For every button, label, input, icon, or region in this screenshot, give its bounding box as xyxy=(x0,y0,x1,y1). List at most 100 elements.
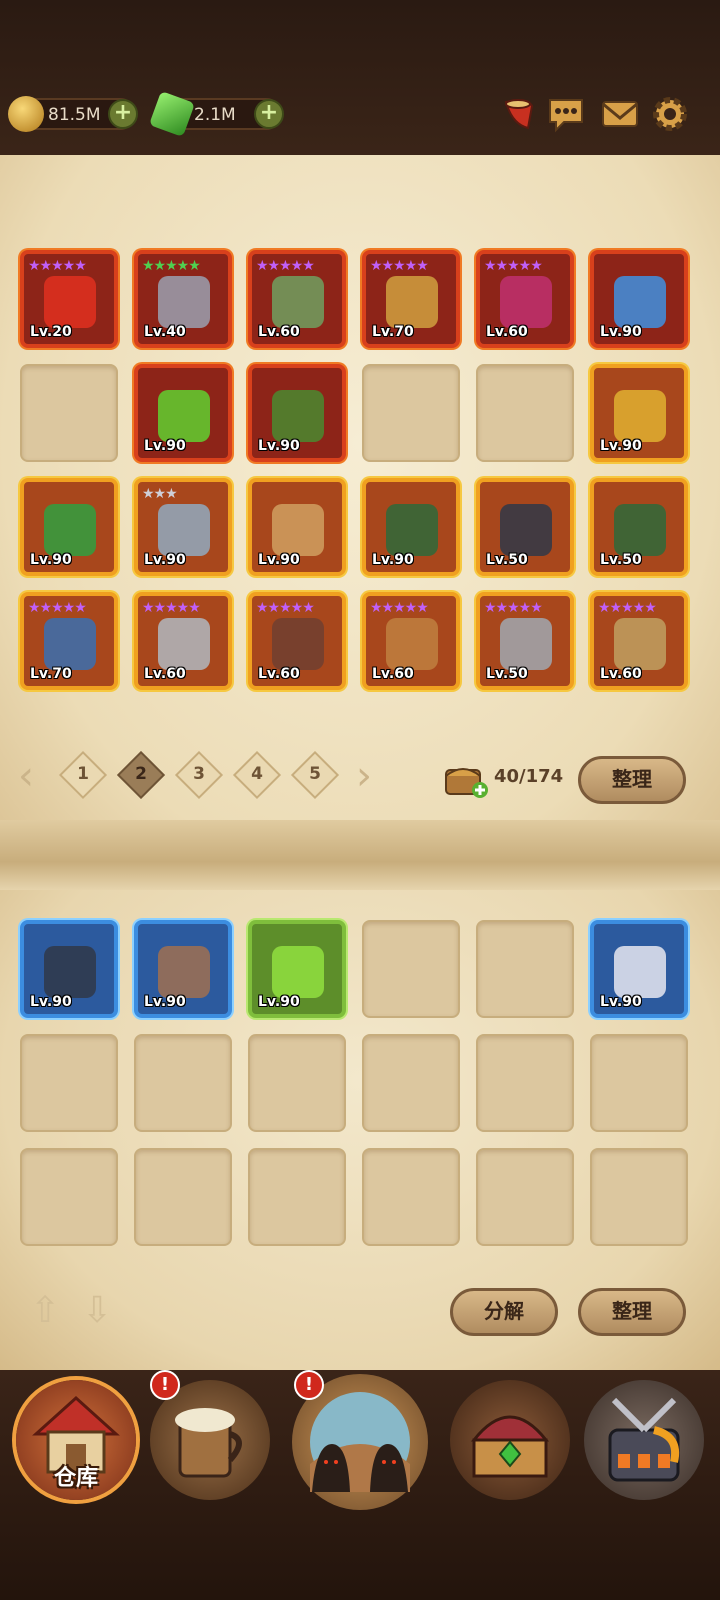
warehouse-nav-label: 仓库 xyxy=(53,1466,98,1491)
empty-slot[interactable] xyxy=(20,364,118,462)
equipment-item-icon xyxy=(158,276,210,328)
star-rating: ★★★★★ xyxy=(484,600,543,616)
star-rating: ★★★★★ xyxy=(598,600,657,616)
equipment-item-icon xyxy=(500,504,552,556)
mail-icon[interactable] xyxy=(600,94,640,134)
item-slot[interactable]: Lv.90 xyxy=(134,364,232,462)
page-button[interactable]: 5 xyxy=(290,750,340,800)
item-slot[interactable]: ★★★★★ Lv.60 xyxy=(248,250,346,348)
equipment-item-icon xyxy=(272,618,324,670)
page-number: 2 xyxy=(135,764,147,784)
item-level: Lv.50 xyxy=(486,552,528,568)
forge-nav-button[interactable] xyxy=(584,1380,704,1500)
forge-furnace-icon xyxy=(608,1397,680,1482)
chest-nav-button[interactable] xyxy=(450,1380,570,1500)
empty-slot[interactable] xyxy=(134,1034,232,1132)
empty-slot[interactable] xyxy=(20,1034,118,1132)
empty-slot[interactable] xyxy=(134,1148,232,1246)
item-slot[interactable]: Lv.90 xyxy=(248,920,346,1018)
empty-slot[interactable] xyxy=(362,364,460,462)
add-gold-button[interactable]: + xyxy=(108,99,138,129)
item-level: Lv.70 xyxy=(30,666,72,682)
decompose-button[interactable]: 分解 xyxy=(450,1288,558,1336)
item-slot[interactable]: Lv.50 xyxy=(590,478,688,576)
star-rating: ★★★★★ xyxy=(484,258,543,274)
top-bar xyxy=(0,0,720,160)
star-rating: ★★★★★ xyxy=(28,600,87,616)
item-level: Lv.90 xyxy=(30,994,72,1010)
item-slot[interactable]: Lv.90 xyxy=(590,920,688,1018)
horn-icon[interactable] xyxy=(498,94,538,134)
empty-slot[interactable] xyxy=(476,920,574,1018)
star-rating: ★★★★★ xyxy=(256,600,315,616)
item-level: Lv.90 xyxy=(600,324,642,340)
item-slot[interactable]: Lv.50 xyxy=(476,478,574,576)
item-level: Lv.90 xyxy=(258,438,300,454)
chat-icon[interactable] xyxy=(546,94,586,134)
item-slot[interactable]: ★★★★★ Lv.50 xyxy=(476,592,574,690)
item-level: Lv.50 xyxy=(600,552,642,568)
star-rating: ★★★★★ xyxy=(256,258,315,274)
star-rating: ★★★ xyxy=(142,486,178,502)
empty-slot[interactable] xyxy=(590,1148,688,1246)
next-page-arrow-icon[interactable]: › xyxy=(356,756,372,796)
item-slot[interactable]: Lv.90 xyxy=(20,920,118,1018)
item-level: Lv.60 xyxy=(486,324,528,340)
item-slot[interactable]: ★★★★★ Lv.20 xyxy=(20,250,118,348)
item-slot[interactable]: Lv.90 xyxy=(590,250,688,348)
item-slot[interactable]: ★★★★★ Lv.70 xyxy=(20,592,118,690)
item-slot[interactable]: Lv.90 xyxy=(248,478,346,576)
treasure-chest-icon xyxy=(470,1415,550,1478)
item-slot[interactable]: Lv.90 xyxy=(362,478,460,576)
item-slot[interactable]: Lv.90 xyxy=(590,364,688,462)
warehouse-sort-button[interactable]: 整理 xyxy=(578,756,686,804)
item-slot[interactable]: ★★★ Lv.90 xyxy=(134,478,232,576)
gem-counter: 2.1M + xyxy=(148,90,284,138)
star-rating: ★★★★★ xyxy=(28,258,87,274)
equipment-item-icon xyxy=(158,504,210,556)
page-button[interactable]: 4 xyxy=(232,750,282,800)
empty-slot[interactable] xyxy=(20,1148,118,1246)
empty-slot[interactable] xyxy=(362,920,460,1018)
item-slot[interactable]: ★★★★★ Lv.40 xyxy=(134,250,232,348)
page-button[interactable]: 3 xyxy=(174,750,224,800)
add-gems-button[interactable]: + xyxy=(254,99,284,129)
item-slot[interactable]: Lv.90 xyxy=(20,478,118,576)
empty-slot[interactable] xyxy=(476,1148,574,1246)
page-button[interactable]: 2 xyxy=(116,750,166,800)
page-number: 3 xyxy=(193,764,205,784)
empty-slot[interactable] xyxy=(248,1034,346,1132)
selection-sort-button[interactable]: 整理 xyxy=(578,1288,686,1336)
equipment-item-icon xyxy=(386,276,438,328)
gold-coin-icon xyxy=(8,96,44,132)
item-slot[interactable]: ★★★★★ Lv.60 xyxy=(362,592,460,690)
equipment-item-icon xyxy=(158,946,210,998)
item-slot[interactable]: ★★★★★ Lv.60 xyxy=(134,592,232,690)
item-level: Lv.50 xyxy=(486,666,528,682)
item-slot[interactable]: Lv.90 xyxy=(248,364,346,462)
capacity-count: 40/174 xyxy=(494,766,564,787)
item-slot[interactable]: ★★★★★ Lv.60 xyxy=(590,592,688,690)
move-down-arrow-icon[interactable]: ⇩ xyxy=(82,1290,112,1331)
empty-slot[interactable] xyxy=(362,1034,460,1132)
empty-slot[interactable] xyxy=(248,1148,346,1246)
item-slot[interactable]: ★★★★★ Lv.60 xyxy=(476,250,574,348)
item-level: Lv.40 xyxy=(144,324,186,340)
item-slot[interactable]: ★★★★★ Lv.70 xyxy=(362,250,460,348)
star-rating: ★★★★★ xyxy=(142,258,201,274)
item-level: Lv.60 xyxy=(372,666,414,682)
prev-page-arrow-icon[interactable]: ‹ xyxy=(18,756,34,796)
adventure-alert-badge: ! xyxy=(294,1370,324,1400)
empty-slot[interactable] xyxy=(476,364,574,462)
settings-gear-icon[interactable] xyxy=(650,94,690,134)
star-rating: ★★★★★ xyxy=(142,600,201,616)
empty-slot[interactable] xyxy=(590,1034,688,1132)
equipment-item-icon xyxy=(272,504,324,556)
page-button[interactable]: 1 xyxy=(58,750,108,800)
item-slot[interactable]: Lv.90 xyxy=(134,920,232,1018)
item-slot[interactable]: ★★★★★ Lv.60 xyxy=(248,592,346,690)
item-level: Lv.90 xyxy=(144,438,186,454)
move-up-arrow-icon[interactable]: ⇧ xyxy=(30,1290,60,1331)
empty-slot[interactable] xyxy=(476,1034,574,1132)
empty-slot[interactable] xyxy=(362,1148,460,1246)
